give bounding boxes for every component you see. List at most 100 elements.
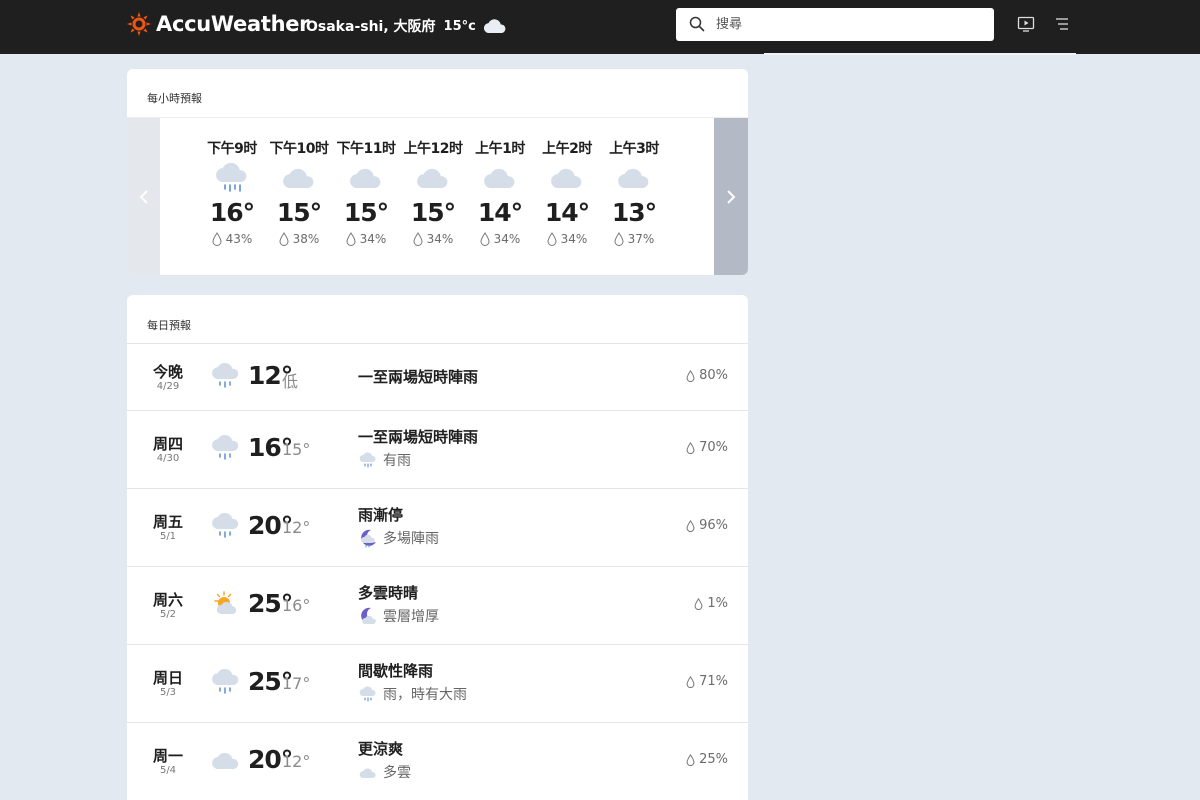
hourly-item[interactable]: 上午2时 14° 34% xyxy=(534,138,600,246)
current-location[interactable]: Osaka-shi, 大阪府 15°c xyxy=(306,16,508,36)
precip-value: 43% xyxy=(225,232,253,246)
accuweather-logo[interactable]: AccuWeather xyxy=(127,12,310,36)
rain-icon xyxy=(359,686,376,702)
search-underline xyxy=(764,53,1076,55)
hour-time: 下午9时 xyxy=(207,141,257,157)
precip: 70% xyxy=(686,440,728,455)
night-phrase: 雲層增厚 xyxy=(358,606,439,626)
night-phrase: 有雨 xyxy=(358,450,411,470)
daily-title[interactable]: 每日預報 xyxy=(147,317,191,333)
night-phrase-text: 雨，時有大雨 xyxy=(383,687,467,703)
cloudy-icon xyxy=(333,159,399,197)
cloudy-icon xyxy=(209,745,243,775)
day-date: 5/1 xyxy=(159,531,177,542)
hour-temperature: 15° xyxy=(276,198,322,227)
daily-row[interactable]: 今晚 4/29 12° 低 一至兩場短時陣雨 80% xyxy=(127,343,748,410)
night-cloudy-icon xyxy=(361,607,376,624)
hour-temperature: 13° xyxy=(611,198,657,227)
hourly-item[interactable]: 下午11时 15° 34% xyxy=(333,138,399,246)
search-box[interactable] xyxy=(676,8,994,41)
raindrop-icon xyxy=(212,232,222,246)
night-phrase: 多場陣雨 xyxy=(358,528,439,548)
day-name: 周一 xyxy=(152,747,183,765)
raindrop-icon xyxy=(686,753,695,766)
raindrop-icon xyxy=(279,232,289,246)
daily-row[interactable]: 周五 5/1 20° 12° 雨漸停 多場陣雨 96% xyxy=(127,488,748,566)
menu-icon[interactable] xyxy=(1054,16,1070,32)
rain-icon xyxy=(199,159,265,197)
low-temp: 12° xyxy=(282,752,311,771)
precip-value: 34% xyxy=(359,232,387,246)
hourly-item[interactable]: 下午9时 16° 43% xyxy=(199,138,265,246)
daily-row[interactable]: 周四 4/30 16° 15° 一至兩場短時陣雨 有雨 70% xyxy=(127,410,748,488)
raindrop-icon xyxy=(346,232,356,246)
cloudy-icon xyxy=(467,159,533,197)
night-phrase: 雨，時有大雨 xyxy=(358,684,467,704)
cloudy-icon xyxy=(400,159,466,197)
cloudy-icon xyxy=(601,159,667,197)
hourly-item[interactable]: 上午3时 13° 37% xyxy=(601,138,667,246)
hour-time: 上午1时 xyxy=(475,141,525,157)
cloudy-icon xyxy=(266,159,332,197)
precip-value: 70% xyxy=(699,440,728,455)
hour-precip: 34% xyxy=(333,232,399,246)
search-input[interactable] xyxy=(716,13,976,36)
night-phrase-text: 多場陣雨 xyxy=(383,531,439,547)
hourly-title[interactable]: 每小時預報 xyxy=(147,90,202,106)
raindrop-icon xyxy=(614,232,624,246)
hour-precip: 34% xyxy=(400,232,466,246)
low-temp: 12° xyxy=(282,518,311,537)
day-name: 今晚 xyxy=(152,363,183,381)
night-phrase-text: 有雨 xyxy=(383,453,411,469)
day-date: 4/30 xyxy=(156,453,180,464)
daily-row[interactable]: 周一 5/4 20° 12° 更涼爽 多雲 25% xyxy=(127,722,748,800)
hour-precip: 34% xyxy=(534,232,600,246)
scroll-left-button[interactable] xyxy=(127,118,160,275)
daily-row[interactable]: 周日 5/3 25° 17° 間歇性降雨 雨，時有大雨 71% xyxy=(127,644,748,722)
current-temperature: 15°c xyxy=(443,18,476,34)
day-name: 周六 xyxy=(152,591,183,609)
hour-precip: 34% xyxy=(467,232,533,246)
precip-value: 96% xyxy=(699,518,728,533)
raindrop-icon xyxy=(686,675,695,688)
hourly-item[interactable]: 上午12时 15° 34% xyxy=(400,138,466,246)
hourly-item[interactable]: 下午10时 15° 38% xyxy=(266,138,332,246)
video-icon[interactable] xyxy=(1017,15,1035,33)
partly-sunny-icon xyxy=(209,589,243,619)
raindrop-icon xyxy=(547,232,557,246)
day-phrase: 雨漸停 xyxy=(358,506,404,524)
hour-temperature: 15° xyxy=(343,198,389,227)
hour-time: 上午3时 xyxy=(609,141,659,157)
daily-forecast-card: 每日預報 今晚 4/29 12° 低 一至兩場短時陣雨 80% 周四 4/30 … xyxy=(127,295,748,800)
chevron-left-icon xyxy=(139,189,148,204)
cloudy-icon xyxy=(359,768,376,778)
raindrop-icon xyxy=(686,519,695,532)
low-temp: 低 xyxy=(282,372,299,391)
hourly-item[interactable]: 上午1时 14° 34% xyxy=(467,138,533,246)
day-name: 周四 xyxy=(152,435,183,453)
day-date: 5/3 xyxy=(159,687,177,698)
brand-name: AccuWeather xyxy=(156,12,310,36)
precip-value: 25% xyxy=(699,752,728,767)
rain-icon xyxy=(359,452,376,468)
raindrop-icon xyxy=(480,232,490,246)
cloudy-icon xyxy=(534,159,600,197)
night-phrase-text: 雲層增厚 xyxy=(383,609,439,625)
hour-temperature: 16° xyxy=(209,198,255,227)
rain-icon xyxy=(209,667,243,697)
night-phrase-text: 多雲 xyxy=(383,765,411,781)
chevron-right-icon xyxy=(727,189,736,204)
day-name: 周日 xyxy=(152,669,183,687)
daily-row[interactable]: 周六 5/2 25° 16° 多雲時晴 雲層增厚 1% xyxy=(127,566,748,644)
top-header: AccuWeather Osaka-shi, 大阪府 15°c xyxy=(0,0,1200,54)
precip-value: 34% xyxy=(493,232,521,246)
hourly-forecast-card: 每小時預報 下午9时 16° 43% 下午10时 15° 38% 下午11时 1… xyxy=(127,69,748,275)
hour-precip: 38% xyxy=(266,232,332,246)
scroll-right-button[interactable] xyxy=(714,118,748,275)
precip-value: 37% xyxy=(627,232,655,246)
hour-temperature: 15° xyxy=(410,198,456,227)
precip: 80% xyxy=(686,368,728,383)
day-phrase: 更涼爽 xyxy=(358,740,404,758)
precip-value: 71% xyxy=(699,674,728,689)
sun-logo-icon xyxy=(127,12,151,36)
